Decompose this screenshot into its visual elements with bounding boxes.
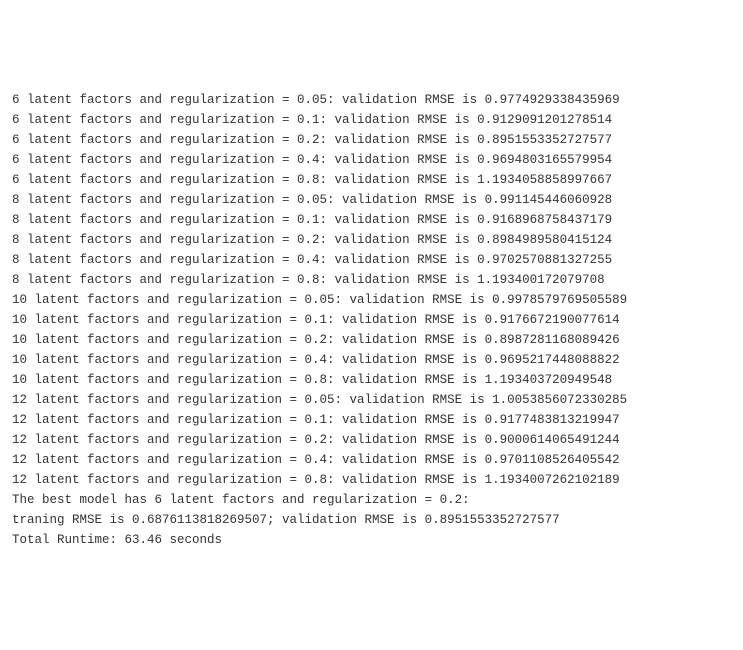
log-line: 6 latent factors and regularization = 0.… — [12, 130, 731, 150]
summary-best-model: The best model has 6 latent factors and … — [12, 490, 731, 510]
summary-rmse: traning RMSE is 0.6876113818269507; vali… — [12, 510, 731, 530]
log-line: 6 latent factors and regularization = 0.… — [12, 90, 731, 110]
log-line: 8 latent factors and regularization = 0.… — [12, 230, 731, 250]
training-output-log: 6 latent factors and regularization = 0.… — [12, 90, 731, 550]
log-line: 10 latent factors and regularization = 0… — [12, 290, 731, 310]
log-line: 12 latent factors and regularization = 0… — [12, 430, 731, 450]
log-line: 10 latent factors and regularization = 0… — [12, 330, 731, 350]
log-line: 6 latent factors and regularization = 0.… — [12, 170, 731, 190]
log-line: 10 latent factors and regularization = 0… — [12, 350, 731, 370]
log-line: 8 latent factors and regularization = 0.… — [12, 190, 731, 210]
log-line: 10 latent factors and regularization = 0… — [12, 310, 731, 330]
log-line: 12 latent factors and regularization = 0… — [12, 450, 731, 470]
log-line: 8 latent factors and regularization = 0.… — [12, 250, 731, 270]
log-line: 10 latent factors and regularization = 0… — [12, 370, 731, 390]
summary-runtime: Total Runtime: 63.46 seconds — [12, 530, 731, 550]
log-line: 6 latent factors and regularization = 0.… — [12, 110, 731, 130]
log-line: 12 latent factors and regularization = 0… — [12, 390, 731, 410]
log-line: 6 latent factors and regularization = 0.… — [12, 150, 731, 170]
log-line: 12 latent factors and regularization = 0… — [12, 470, 731, 490]
log-line: 8 latent factors and regularization = 0.… — [12, 210, 731, 230]
log-line: 12 latent factors and regularization = 0… — [12, 410, 731, 430]
log-line: 8 latent factors and regularization = 0.… — [12, 270, 731, 290]
